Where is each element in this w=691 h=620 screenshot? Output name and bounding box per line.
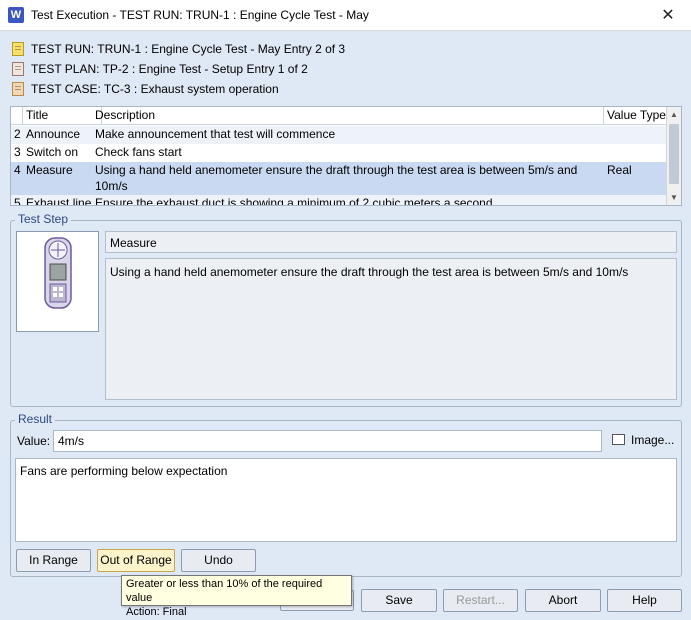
row-number: 4 xyxy=(14,163,21,177)
scroll-up-arrow-icon[interactable]: ▲ xyxy=(667,107,681,122)
row-number: 3 xyxy=(14,145,21,159)
table-header: Title Description Value Type xyxy=(11,107,667,125)
row-title: Measure xyxy=(26,163,73,177)
table-scrollbar[interactable]: ▲ ▼ xyxy=(666,107,681,205)
test-plan-label: TEST PLAN: TP-2 : Engine Test - Setup En… xyxy=(31,62,308,76)
step-title-field: Measure xyxy=(105,231,677,253)
row-number: 5 xyxy=(14,196,21,206)
step-image[interactable] xyxy=(16,231,99,332)
table-row[interactable]: 5 Exhaust line Ensure the exhaust duct i… xyxy=(11,195,667,206)
column-header-value-type[interactable]: Value Type xyxy=(604,107,667,125)
result-legend: Result xyxy=(15,412,56,426)
steps-table[interactable]: Title Description Value Type 2 Announce … xyxy=(10,106,682,206)
test-case-label: TEST CASE: TC-3 : Exhaust system operati… xyxy=(31,82,279,96)
test-plan-line: TEST PLAN: TP-2 : Engine Test - Setup En… xyxy=(12,62,308,80)
step-description-field: Using a hand held anemometer ensure the … xyxy=(105,258,677,400)
row-title: Switch on xyxy=(26,145,79,159)
table-row[interactable]: 3 Switch on Check fans start xyxy=(11,144,667,162)
scroll-thumb[interactable] xyxy=(669,124,679,184)
row-title: Exhaust line xyxy=(26,196,92,206)
save-button[interactable]: Save xyxy=(361,589,437,612)
column-header-description[interactable]: Description xyxy=(92,107,604,125)
column-header-title[interactable]: Title xyxy=(23,107,102,125)
test-run-label: TEST RUN: TRUN-1 : Engine Cycle Test - M… xyxy=(31,42,346,56)
close-button[interactable]: ✕ xyxy=(645,0,691,31)
tooltip-line-2: Action: Final xyxy=(126,606,187,618)
row-title: Announce xyxy=(26,127,81,141)
row-number: 2 xyxy=(14,127,21,141)
app-logo-icon: W xyxy=(8,7,24,23)
anemometer-icon xyxy=(44,237,72,309)
row-number-header xyxy=(11,107,23,125)
row-description: Ensure the exhaust duct is showing a min… xyxy=(95,196,496,206)
image-checkbox[interactable] xyxy=(612,434,625,445)
row-description: Check fans start xyxy=(95,145,182,159)
row-description: Make announcement that test will commenc… xyxy=(95,127,336,141)
undo-button[interactable]: Undo xyxy=(181,549,256,572)
title-bar: W Test Execution - TEST RUN: TRUN-1 : En… xyxy=(0,0,691,31)
scroll-down-arrow-icon[interactable]: ▼ xyxy=(667,190,681,205)
row-description: Using a hand held anemometer ensure the … xyxy=(95,163,578,193)
result-notes-textarea[interactable]: Fans are performing below expectation xyxy=(15,458,677,542)
in-range-button[interactable]: In Range xyxy=(16,549,91,572)
restart-button[interactable]: Restart... xyxy=(443,589,518,612)
table-row[interactable]: 2 Announce Make announcement that test w… xyxy=(11,126,667,144)
window-title: Test Execution - TEST RUN: TRUN-1 : Engi… xyxy=(31,8,369,22)
value-input[interactable]: 4m/s xyxy=(53,430,602,452)
value-label: Value: xyxy=(17,434,51,448)
test-case-line: TEST CASE: TC-3 : Exhaust system operati… xyxy=(12,82,279,100)
test-case-icon xyxy=(12,82,24,96)
test-run-icon xyxy=(12,42,24,56)
row-value-type: Real xyxy=(607,163,632,177)
help-button[interactable]: Help xyxy=(607,589,682,612)
test-run-line: TEST RUN: TRUN-1 : Engine Cycle Test - M… xyxy=(12,42,345,60)
tooltip-line-1: Greater or less than 10% of the required… xyxy=(126,578,323,604)
out-of-range-button[interactable]: Out of Range xyxy=(97,549,175,572)
table-row-selected[interactable]: 4 Measure Using a hand held anemometer e… xyxy=(11,162,667,195)
test-plan-icon xyxy=(12,62,24,76)
out-of-range-tooltip: Greater or less than 10% of the required… xyxy=(121,575,352,618)
abort-button[interactable]: Abort xyxy=(525,589,601,612)
image-link[interactable]: Image... xyxy=(631,433,674,447)
test-step-legend: Test Step xyxy=(15,212,72,226)
